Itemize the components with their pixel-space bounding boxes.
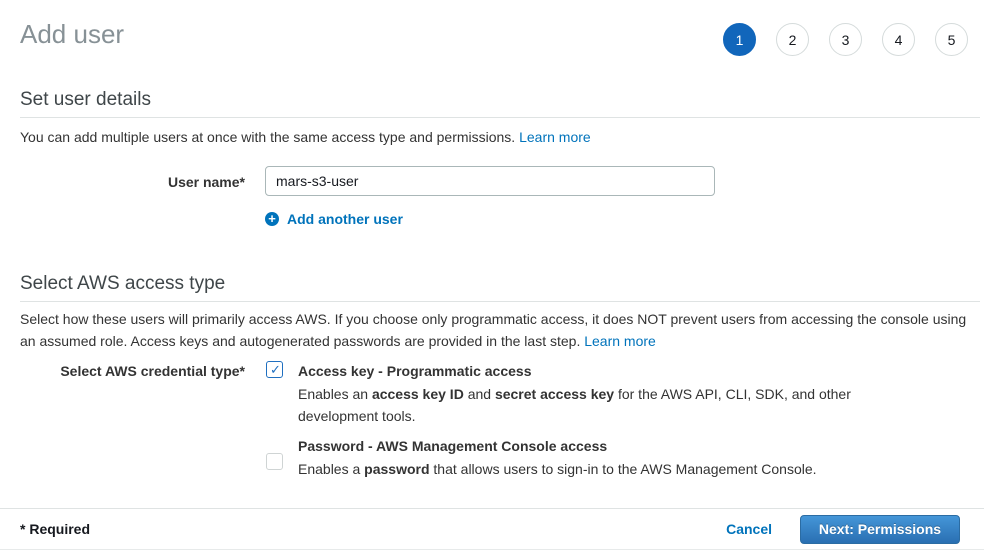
next-permissions-button[interactable]: Next: Permissions xyxy=(800,515,960,544)
access-type-intro: Select how these users will primarily ac… xyxy=(20,308,968,352)
step-indicator: 12345 xyxy=(723,23,968,56)
wizard-footer: * Required Cancel Next: Permissions xyxy=(0,508,984,549)
section-heading-user-details: Set user details xyxy=(20,88,151,112)
username-input[interactable] xyxy=(265,166,715,196)
required-note: * Required xyxy=(20,521,90,537)
step-3: 3 xyxy=(829,23,862,56)
section-divider xyxy=(20,117,980,118)
text-part: Enables an xyxy=(298,386,372,402)
text-part: that allows users to sign-in to the AWS … xyxy=(430,461,817,477)
option-title-programmatic: Access key - Programmatic access xyxy=(298,362,531,380)
text-part: secret access key xyxy=(495,386,614,402)
step-1: 1 xyxy=(723,23,756,56)
option-desc-console: Enables a password that allows users to … xyxy=(298,458,918,480)
step-2: 2 xyxy=(776,23,809,56)
learn-more-link[interactable]: Learn more xyxy=(519,129,591,145)
text-part: access key ID xyxy=(372,386,464,402)
add-user-wizard-page: Add user 12345 Set user details You can … xyxy=(0,0,984,556)
user-details-intro: You can add multiple users at once with … xyxy=(20,126,968,148)
cancel-button[interactable]: Cancel xyxy=(726,521,772,537)
option-desc-programmatic: Enables an access key ID and secret acce… xyxy=(298,383,858,427)
add-another-user-link[interactable]: Add another user xyxy=(265,211,403,227)
option-title-console: Password - AWS Management Console access xyxy=(298,437,607,455)
checkbox-console-access[interactable] xyxy=(266,453,283,470)
text-part: You can add multiple users at once with … xyxy=(20,129,519,145)
checkbox-programmatic-access[interactable] xyxy=(266,361,283,378)
text-part: Enables a xyxy=(298,461,364,477)
page-bottom-divider xyxy=(0,549,984,550)
text-part: Select how these users will primarily ac… xyxy=(20,311,966,349)
text-part: password xyxy=(364,461,429,477)
step-5: 5 xyxy=(935,23,968,56)
add-another-user-label: Add another user xyxy=(287,211,403,227)
text-part: and xyxy=(464,386,495,402)
page-title: Add user xyxy=(20,18,124,50)
plus-circle-icon xyxy=(265,212,279,226)
section-divider xyxy=(20,301,980,302)
step-4: 4 xyxy=(882,23,915,56)
credential-type-label: Select AWS credential type* xyxy=(0,363,245,379)
learn-more-link[interactable]: Learn more xyxy=(584,333,656,349)
section-heading-access-type: Select AWS access type xyxy=(20,272,225,296)
username-label: User name* xyxy=(0,174,245,190)
